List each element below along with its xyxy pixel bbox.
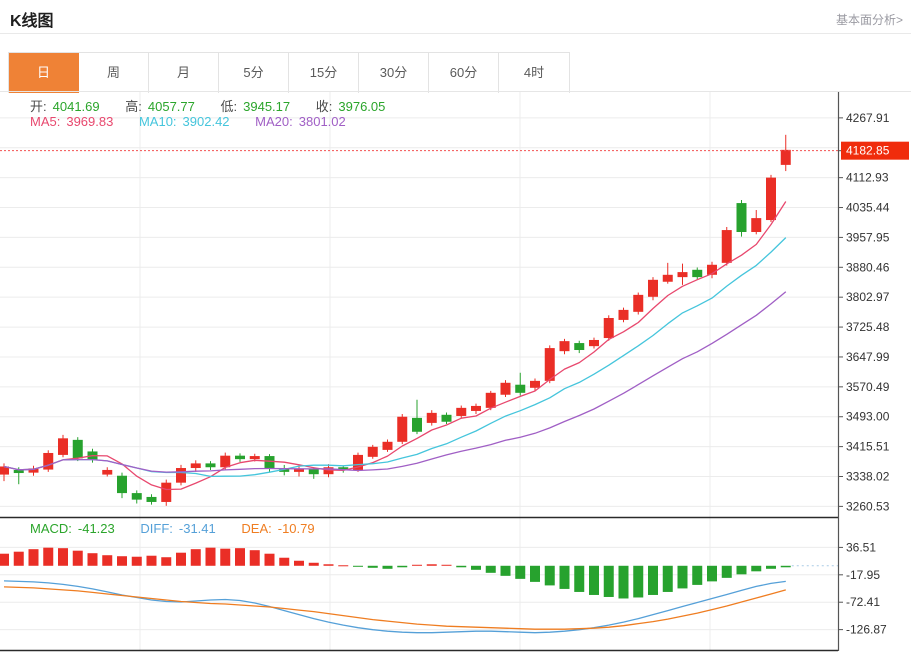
price-axis: 4267.91 4112.93 4035.44 3957.95 3880.46 3802.… [838, 92, 890, 651]
low-label: 低: [221, 99, 238, 114]
dea-value: -10.79 [278, 521, 315, 536]
svg-text:3493.00: 3493.00 [846, 410, 890, 424]
svg-text:3957.95: 3957.95 [846, 230, 890, 244]
svg-text:3725.48: 3725.48 [846, 320, 890, 334]
svg-text:-126.87: -126.87 [846, 623, 887, 637]
open-value: 4041.69 [53, 99, 100, 114]
svg-text:3647.99: 3647.99 [846, 350, 890, 364]
macd-label: MACD: [30, 521, 72, 536]
macd-layer [0, 548, 838, 633]
ma-info-row: MA5: 3969.83 MA10: 3902.42 MA20: 3801.02 [30, 114, 352, 129]
svg-text:-72.41: -72.41 [846, 595, 880, 609]
ohlc-info-row: 开: 4041.69 高: 4057.77 低: 3945.17 收: 3976.05 [30, 96, 391, 115]
dea-label: DEA: [241, 521, 271, 536]
high-label: 高: [125, 99, 142, 114]
macd-info-row: MACD: -41.23 DIFF: -31.41 DEA: -10.79 [30, 521, 321, 536]
svg-text:4112.93: 4112.93 [846, 171, 889, 185]
ma5-label: MA5: [30, 114, 60, 129]
ma20-label: MA20: [255, 114, 293, 129]
high-value: 4057.77 [148, 99, 195, 114]
diff-label: DIFF: [140, 521, 173, 536]
svg-text:3570.49: 3570.49 [846, 380, 890, 394]
ma10-value: 3902.42 [183, 114, 230, 129]
svg-text:3338.02: 3338.02 [846, 469, 890, 483]
svg-text:3802.97: 3802.97 [846, 290, 890, 304]
svg-text:4267.91: 4267.91 [846, 111, 890, 125]
current-price-badge: 4182.85 [838, 142, 909, 160]
svg-text:3880.46: 3880.46 [846, 260, 890, 274]
low-value: 3945.17 [243, 99, 290, 114]
ma20-value: 3801.02 [299, 114, 346, 129]
macd-value: -41.23 [78, 521, 115, 536]
svg-text:36.51: 36.51 [846, 540, 876, 554]
diff-value: -31.41 [179, 521, 216, 536]
page-root: { "header": { "title": "K线图", "link": "基… [0, 0, 911, 652]
close-value: 3976.05 [338, 99, 385, 114]
svg-text:-17.95: -17.95 [846, 568, 880, 582]
svg-text:4182.85: 4182.85 [846, 144, 890, 158]
svg-text:3415.51: 3415.51 [846, 440, 890, 454]
close-label: 收: [316, 99, 333, 114]
pane-separators [0, 518, 838, 651]
open-label: 开: [30, 99, 47, 114]
ma5-value: 3969.83 [66, 114, 113, 129]
ma10-label: MA10: [139, 114, 177, 129]
svg-text:3260.53: 3260.53 [846, 499, 890, 513]
svg-text:4035.44: 4035.44 [846, 201, 890, 215]
